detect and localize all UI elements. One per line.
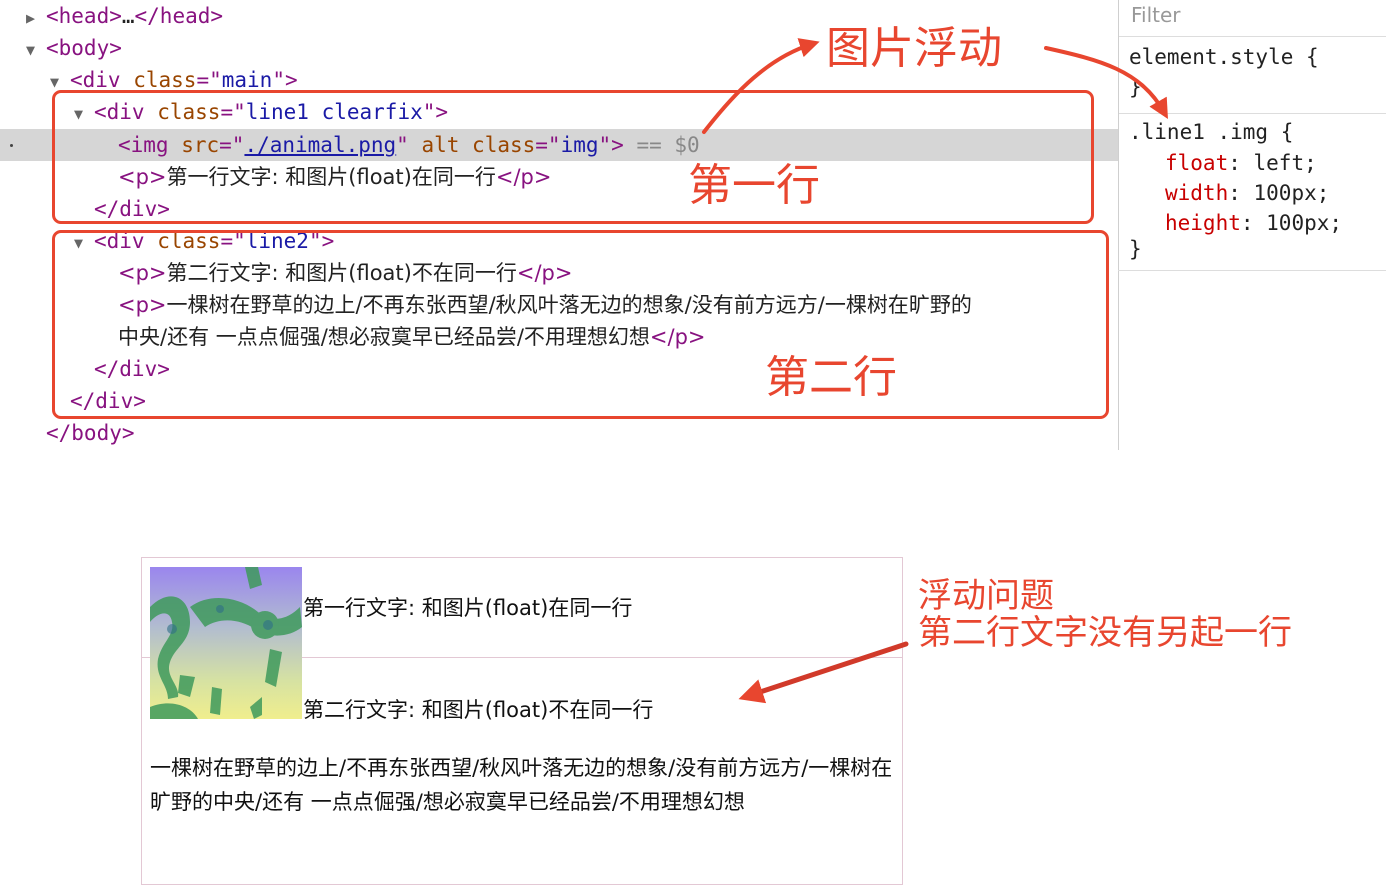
element-style-close: } bbox=[1129, 75, 1142, 99]
preview-line2-text: 第二行文字: 和图片(float)不在同一行 bbox=[303, 698, 654, 722]
animal-image bbox=[150, 567, 302, 719]
filter-input[interactable] bbox=[1131, 0, 1371, 30]
styles-panel: element.style { } .line1 .img { float: l… bbox=[1118, 0, 1386, 450]
element-style-selector[interactable]: element.style { bbox=[1129, 42, 1319, 72]
styles-panel-divider bbox=[1118, 270, 1386, 271]
annotation-box-row1 bbox=[52, 90, 1094, 224]
selection-marker bbox=[10, 144, 13, 147]
collapse-triangle-icon[interactable]: ▼ bbox=[26, 34, 46, 66]
preview-poem-paragraph: 一棵树在野草的边上/不再东张西望/秋风叶落无边的想象/没有前方远方/一棵树在旷野… bbox=[150, 756, 893, 814]
rule-close: } bbox=[1129, 237, 1142, 261]
annotation-label-row2: 第二行 bbox=[765, 352, 897, 403]
annotation-label-row1: 第一行 bbox=[688, 160, 820, 211]
annotation-label-img-float: 图片浮动 bbox=[826, 23, 1002, 74]
annotation-issue-detail: 第二行文字没有另起一行 bbox=[918, 613, 1292, 653]
dom-tree-panel: ▶ <head>…</head> ▼ <body> ▼ <div class="mai… bbox=[0, 0, 1118, 450]
dom-node-head[interactable]: ▶ <head>…</head> bbox=[26, 0, 223, 32]
dom-node-body-close[interactable]: </body> bbox=[46, 417, 135, 449]
annotation-box-row2 bbox=[52, 230, 1109, 419]
rendered-preview: 第一行文字: 和图片(float)在同一行 第二行文字: 和图片(float)不… bbox=[141, 557, 903, 885]
rule-divider bbox=[1119, 113, 1386, 114]
css-prop-float[interactable]: float: left; bbox=[1165, 148, 1317, 178]
css-prop-height[interactable]: height: 100px; bbox=[1165, 208, 1342, 238]
filter-bar bbox=[1119, 0, 1386, 37]
css-prop-width[interactable]: width: 100px; bbox=[1165, 178, 1329, 208]
lizard-icon bbox=[150, 567, 302, 719]
annotation-issue-title: 浮动问题 bbox=[918, 576, 1054, 616]
dom-node-body[interactable]: ▼ <body> bbox=[26, 32, 122, 64]
rule-selector[interactable]: .line1 .img { bbox=[1129, 117, 1293, 147]
expand-triangle-icon[interactable]: ▶ bbox=[26, 2, 46, 34]
preview-line1-text: 第一行文字: 和图片(float)在同一行 bbox=[303, 596, 633, 620]
